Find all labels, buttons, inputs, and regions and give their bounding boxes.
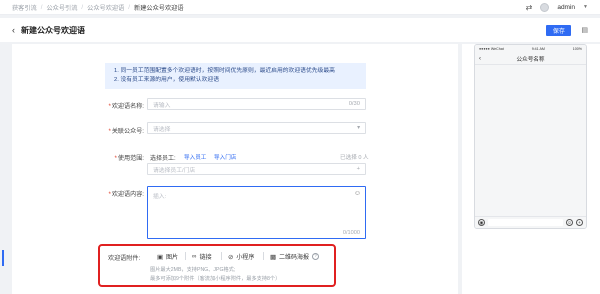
mini-program-icon: ⊘ [228,253,234,261]
breadcrumb-separator: / [81,3,84,11]
divider [221,252,222,260]
attach-image-button[interactable]: ▣ 图片 [157,252,178,262]
notice-line: 1. 同一员工范围配置多个欢迎语时，按照时间优先原则，最近启用的欢迎语优先级最高 [114,68,335,74]
emoji-icon[interactable]: ☺ [354,190,361,197]
phone-text-box [488,219,563,226]
content-counter: 0/1000 [342,230,360,236]
chevron-down-icon[interactable]: ▼ [583,4,588,10]
top-bar: 获客引流 / 公众号引流 / 公众号欢迎语 / 新建公众号欢迎语 ⇄ admin… [0,0,600,15]
breadcrumb-item[interactable]: 公众号引流 [46,3,77,12]
page-title: 新建公众号欢迎语 [21,25,85,35]
breadcrumb-current: 新建公众号欢迎语 [134,4,184,12]
attachment-hint: 图片最大2MB，支持PNG、JPG格式; [150,267,236,273]
chevron-down-icon: ▾ [357,125,360,131]
plus-icon: + [576,219,583,226]
layout-icon[interactable]: ▤ [581,26,588,34]
breadcrumb-separator: / [40,3,43,11]
divider [185,252,186,260]
emoji-icon: ☺ [566,219,573,226]
content-textarea[interactable]: 插入: ☺ 0/1000 [147,186,366,239]
breadcrumb-item[interactable]: 公众号欢迎语 [87,3,124,12]
attachment-hint: 最多可添加9个附件（客流加小程序附件，最多支持8个） [150,276,281,282]
select-staff-label: 选择员工: [150,156,176,162]
username[interactable]: admin [557,4,575,11]
save-button[interactable]: 保存 [546,24,572,36]
staff-picker[interactable]: 请选择员工/门店 + [147,163,366,175]
voice-icon: ◉ [478,219,485,226]
scope-label: *使用范围: [114,155,144,162]
image-icon: ▣ [157,253,164,261]
breadcrumb-separator: / [128,3,131,11]
attach-link-button[interactable]: ∞ 链接 [192,252,212,261]
link-icon: ∞ [192,253,197,260]
selected-count: 已选择 0 人 [340,155,369,161]
notice-banner: 1. 同一员工范围配置多个欢迎语时，按照时间优先原则，最近启用的欢迎语优先级最高… [105,63,366,89]
help-icon[interactable]: ? [312,253,320,260]
account-select[interactable]: 请选择 ▾ [147,122,366,134]
attach-mini-program-button[interactable]: ⊘ 小程序 [228,252,254,262]
attachment-label: 欢迎语附件: [108,255,141,262]
content-label: *欢迎语内容: [108,191,144,198]
plus-icon[interactable]: + [357,166,360,172]
preview-title: 公众号名称 [516,56,545,63]
attach-qrcode-poster-button[interactable]: ▩ 二维码海报 ? [270,252,320,261]
back-arrow-icon[interactable]: ‹ [12,25,15,35]
account-label: *关联公众号: [108,128,144,135]
active-indicator [2,250,4,266]
import-staff-link[interactable]: 导入员工 [184,153,206,161]
phone-nav-bar: ‹ 公众号名称 [475,53,586,65]
phone-input-bar: ◉ ☺ + [475,216,586,228]
phone-status-bar: ●●●●● WeChat 9:41 AM 100% [475,45,586,53]
breadcrumb: 获客引流 / 公众号引流 / 公众号欢迎语 / 新建公众号欢迎语 [12,3,184,12]
breadcrumb-item[interactable]: 获客引流 [12,3,37,12]
qrcode-poster-icon: ▩ [270,253,277,261]
swap-icon[interactable]: ⇄ [526,3,533,12]
name-label: *欢迎语名称: [108,103,144,110]
avatar[interactable] [540,2,550,12]
phone-preview: ●●●●● WeChat 9:41 AM 100% ‹ 公众号名称 ◉ ☺ + [474,44,587,229]
divider [263,252,264,260]
name-counter: 0/30 [348,101,360,107]
title-bar: ‹ 新建公众号欢迎语 保存 ▤ [0,18,600,42]
import-store-link[interactable]: 导入门店 [214,153,236,161]
notice-line: 2. 没有员工来源的用户，使用默认欢迎语 [114,76,219,83]
name-input[interactable]: 请输入 0/30 [147,98,366,110]
